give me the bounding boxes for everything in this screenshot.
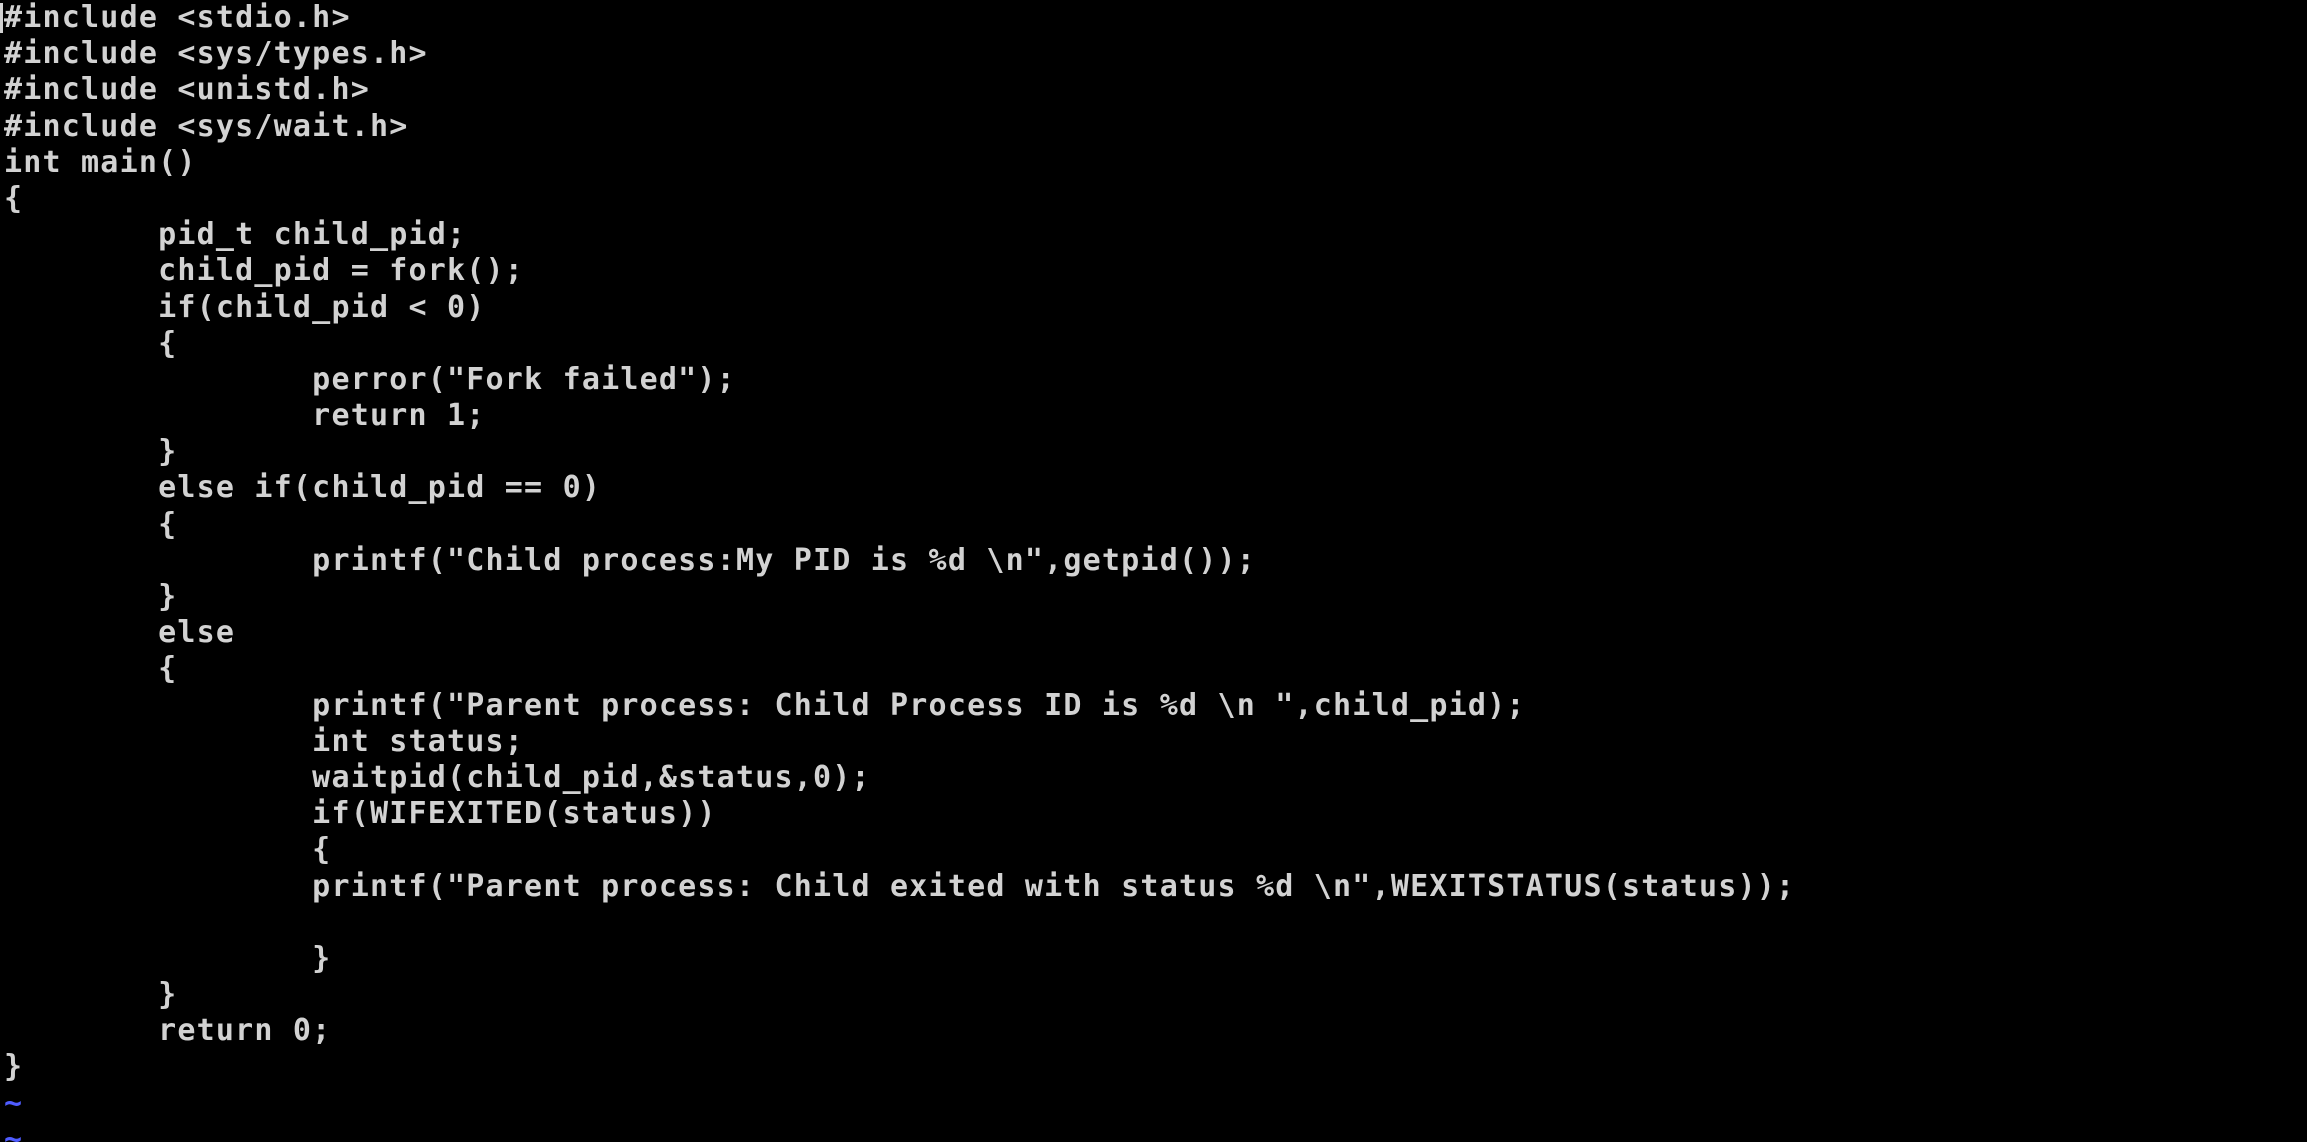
code-line: return 1; bbox=[4, 398, 486, 434]
code-line: { bbox=[4, 325, 178, 361]
code-line: if(child_pid < 0) bbox=[4, 289, 486, 325]
code-line: } bbox=[4, 940, 332, 976]
code-line: #include <unistd.h> bbox=[4, 72, 370, 108]
code-line: } bbox=[4, 977, 178, 1013]
code-line: } bbox=[4, 579, 178, 614]
code-line: { bbox=[4, 832, 332, 868]
code-line: if(WIFEXITED(status)) bbox=[4, 796, 717, 832]
terminal-window[interactable]: #include <stdio.h> #include <sys/types.h… bbox=[0, 0, 2307, 1142]
vim-editor-buffer[interactable]: #include <stdio.h> #include <sys/types.h… bbox=[4, 0, 2304, 1142]
code-line: int status; bbox=[4, 723, 525, 759]
code-line: printf("Parent process: Child exited wit… bbox=[4, 868, 1796, 904]
code-line: printf("Child process:My PID is %d \n",g… bbox=[4, 542, 1256, 578]
code-line: } bbox=[4, 434, 178, 470]
code-line: pid_t child_pid; bbox=[4, 217, 467, 253]
code-line: #include <sys/types.h> bbox=[4, 36, 428, 72]
text-cursor bbox=[0, 3, 3, 33]
code-line: return 0; bbox=[4, 1013, 332, 1049]
code-line: else if(child_pid == 0) bbox=[4, 470, 602, 506]
code-line: { bbox=[4, 506, 178, 542]
code-line: #include <sys/wait.h> bbox=[4, 108, 409, 144]
code-line: else bbox=[4, 615, 236, 651]
code-line: { bbox=[4, 651, 178, 687]
code-line: waitpid(child_pid,&status,0); bbox=[4, 759, 871, 795]
code-line: int main() bbox=[4, 144, 197, 180]
empty-line-tilde: ~ bbox=[4, 1121, 24, 1142]
code-line: } bbox=[4, 1049, 24, 1085]
code-line: printf("Parent process: Child Process ID… bbox=[4, 687, 1526, 723]
code-line: child_pid = fork(); bbox=[4, 253, 525, 289]
code-line: #include <stdio.h> bbox=[4, 0, 351, 35]
code-line: { bbox=[4, 180, 24, 216]
code-line: perror("Fork failed"); bbox=[4, 361, 736, 397]
empty-line-tilde: ~ bbox=[4, 1085, 24, 1121]
